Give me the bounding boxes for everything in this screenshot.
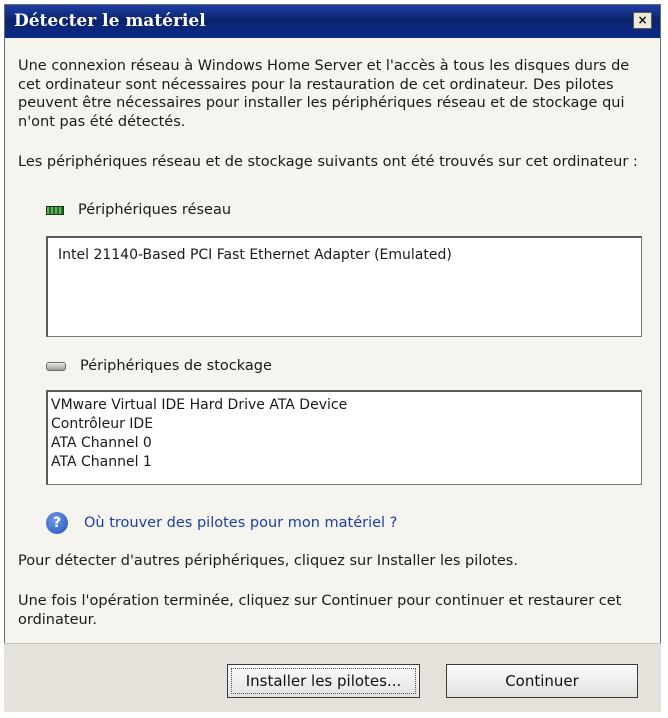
detect-instructions: Pour détecter d'autres périphériques, cl… <box>18 553 518 569</box>
dialog-title: Détecter le matériel <box>14 11 206 31</box>
close-button[interactable]: × <box>633 12 652 29</box>
focus-rectangle <box>231 668 416 694</box>
finish-instructions: Une fois l'opération terminée, cliquez s… <box>18 593 622 628</box>
list-item[interactable]: VMware Virtual IDE Hard Drive ATA Device <box>51 396 641 415</box>
intro-paragraph: Une connexion réseau à Windows Home Serv… <box>18 58 630 130</box>
hard-drive-icon <box>46 361 66 371</box>
continue-button[interactable]: Continuer <box>446 664 638 698</box>
found-devices-paragraph: Les périphériques réseau et de stockage … <box>18 154 638 170</box>
continue-label: Continuer <box>505 672 579 690</box>
list-item[interactable]: Intel 21140-Based PCI Fast Ethernet Adap… <box>58 246 641 265</box>
network-card-icon <box>46 205 64 215</box>
list-item[interactable]: Contrôleur IDE <box>51 415 641 434</box>
network-devices-label: Périphériques réseau <box>78 202 232 218</box>
help-icon: ? <box>46 512 68 534</box>
close-icon: × <box>637 13 648 27</box>
network-devices-header: Périphériques réseau <box>46 202 231 218</box>
help-row: ? Où trouver des pilotes pour mon matéri… <box>46 512 397 534</box>
title-bar: Détecter le matériel × <box>5 5 660 38</box>
install-drivers-button[interactable]: Installer les pilotes... <box>227 664 420 698</box>
storage-devices-list[interactable]: VMware Virtual IDE Hard Drive ATA Device… <box>46 390 642 485</box>
storage-devices-header: Périphériques de stockage <box>46 358 272 374</box>
find-drivers-link[interactable]: Où trouver des pilotes pour mon matériel… <box>84 515 397 531</box>
list-item[interactable]: ATA Channel 0 <box>51 434 641 453</box>
storage-devices-label: Périphériques de stockage <box>80 358 272 374</box>
list-item[interactable]: ATA Channel 1 <box>51 453 641 472</box>
network-devices-list[interactable]: Intel 21140-Based PCI Fast Ethernet Adap… <box>46 236 642 337</box>
